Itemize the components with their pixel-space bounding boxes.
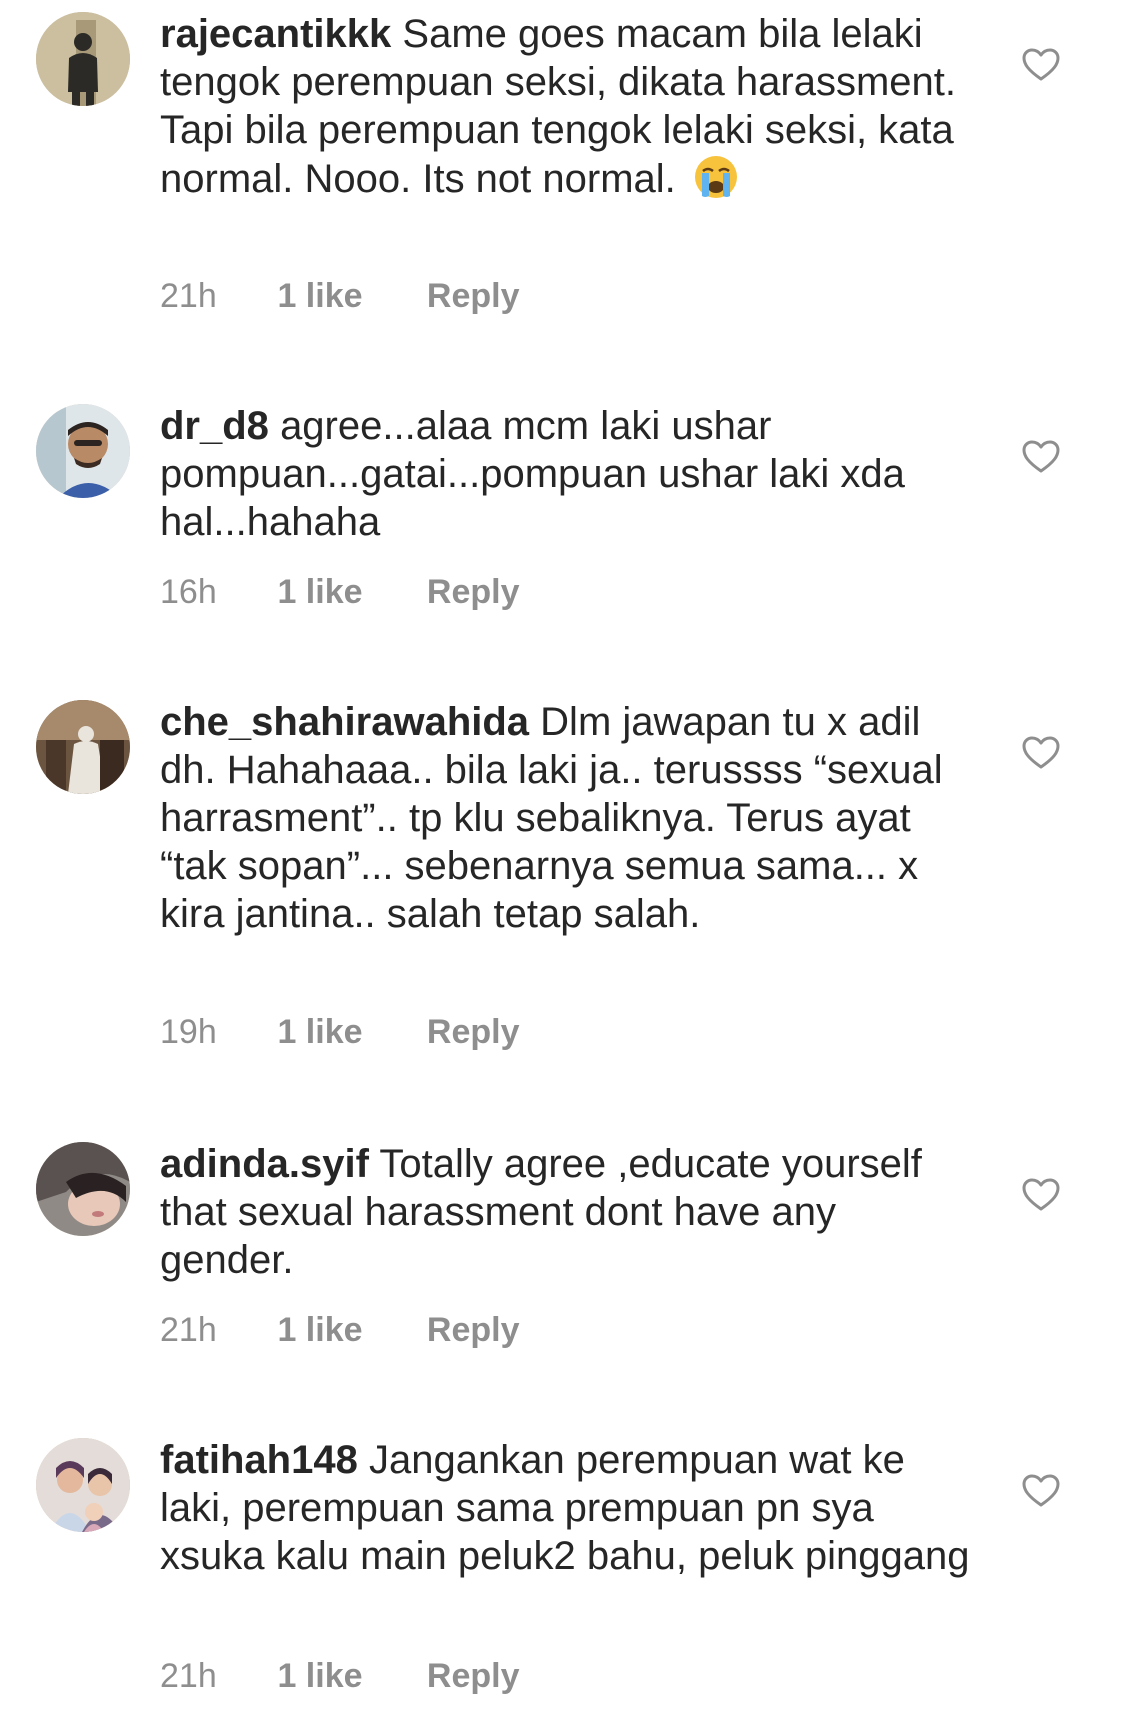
heart-outline-icon[interactable]: [1022, 1178, 1060, 1212]
heart-outline-icon[interactable]: [1022, 736, 1060, 770]
comment-text: adinda.syif Totally agree ,educate yours…: [160, 1140, 970, 1284]
loudly-crying-face-icon: [693, 154, 739, 200]
comment-meta: 19h 1 like Reply: [160, 1012, 520, 1052]
comment-time[interactable]: 21h: [160, 1656, 268, 1696]
comment-likes[interactable]: 1 like: [277, 276, 417, 316]
avatar[interactable]: [36, 1142, 130, 1236]
heart-outline-icon[interactable]: [1022, 440, 1060, 474]
avatar[interactable]: [36, 1438, 130, 1532]
comment-username[interactable]: che_shahirawahida: [160, 700, 529, 744]
heart-outline-icon[interactable]: [1022, 1474, 1060, 1508]
reply-button[interactable]: Reply: [427, 1310, 520, 1350]
comment-body: agree...alaa mcm laki ushar pompuan...ga…: [160, 404, 905, 544]
reply-button[interactable]: Reply: [427, 1012, 520, 1052]
heart-outline-icon[interactable]: [1022, 48, 1060, 82]
comment-time[interactable]: 19h: [160, 1012, 268, 1052]
comment-likes[interactable]: 1 like: [277, 572, 417, 612]
comment-time[interactable]: 21h: [160, 276, 268, 316]
comment-username[interactable]: adinda.syif: [160, 1142, 369, 1186]
comment-text: che_shahirawahida Dlm jawapan tu x adil …: [160, 698, 970, 938]
comment-username[interactable]: dr_d8: [160, 404, 269, 448]
comment-likes[interactable]: 1 like: [277, 1012, 417, 1052]
comment-text: fatihah148 Jangankan perempuan wat ke la…: [160, 1436, 970, 1580]
reply-button[interactable]: Reply: [427, 572, 520, 612]
avatar[interactable]: [36, 700, 130, 794]
comment-time[interactable]: 21h: [160, 1310, 268, 1350]
comment-meta: 21h 1 like Reply: [160, 276, 520, 316]
comment-text: dr_d8 agree...alaa mcm laki ushar pompua…: [160, 402, 970, 546]
reply-button[interactable]: Reply: [427, 276, 520, 316]
avatar[interactable]: [36, 404, 130, 498]
comment-meta: 21h 1 like Reply: [160, 1310, 520, 1350]
comment-meta: 21h 1 like Reply: [160, 1656, 520, 1696]
comment-username[interactable]: fatihah148: [160, 1438, 358, 1482]
reply-button[interactable]: Reply: [427, 1656, 520, 1696]
comment-likes[interactable]: 1 like: [277, 1656, 417, 1696]
avatar[interactable]: [36, 12, 130, 106]
comment-time[interactable]: 16h: [160, 572, 268, 612]
comment-username[interactable]: rajecantikkk: [160, 12, 391, 56]
comment-meta: 16h 1 like Reply: [160, 572, 520, 612]
comment-likes[interactable]: 1 like: [277, 1310, 417, 1350]
comment-text: rajecantikkk Same goes macam bila lelaki…: [160, 10, 970, 203]
